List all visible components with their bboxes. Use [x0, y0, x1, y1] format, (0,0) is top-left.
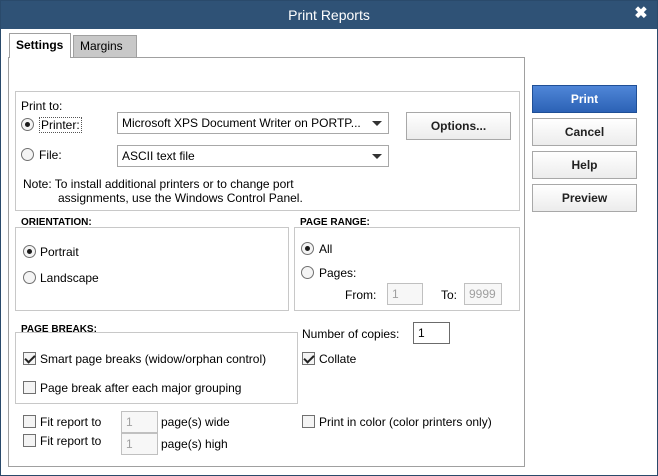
fit-wide-label: Fit report to [40, 415, 102, 429]
tab-margins[interactable]: Margins [73, 35, 137, 57]
from-page-input[interactable]: 1 [387, 283, 423, 305]
pages-radio[interactable] [301, 266, 314, 279]
options-button[interactable]: Options... [406, 112, 511, 140]
smart-page-breaks-checkbox[interactable] [23, 352, 36, 365]
pages-label: Pages: [319, 266, 357, 280]
to-label: To: [441, 288, 458, 302]
print-color-checkbox[interactable] [302, 415, 315, 428]
page-break-major-label: Page break after each major grouping [40, 381, 242, 395]
close-icon[interactable]: ✖ [633, 5, 649, 23]
printer-label: Printer: [39, 117, 82, 133]
tab-settings[interactable]: Settings [9, 33, 71, 58]
printer-radio[interactable] [21, 118, 34, 131]
all-pages-label: All [319, 242, 333, 256]
title-bar: Print Reports ✖ [1, 1, 657, 29]
fit-wide-checkbox[interactable] [23, 415, 36, 428]
file-radio[interactable] [21, 148, 34, 161]
copies-input[interactable]: 1 [413, 322, 450, 344]
fit-high-label: Fit report to [40, 434, 102, 448]
landscape-radio[interactable] [23, 271, 36, 284]
file-format-value: ASCII text file [122, 149, 195, 163]
collate-checkbox[interactable] [302, 352, 315, 365]
page-break-major-checkbox[interactable] [23, 381, 36, 394]
chevron-down-icon [372, 121, 382, 126]
file-format-select[interactable]: ASCII text file [117, 145, 389, 167]
orientation-group [15, 227, 289, 311]
printer-select[interactable]: Microsoft XPS Document Writer on PORTP..… [117, 112, 389, 134]
cancel-button[interactable]: Cancel [532, 118, 637, 146]
help-button[interactable]: Help [532, 151, 637, 179]
print-button[interactable]: Print [532, 85, 637, 113]
portrait-radio[interactable] [23, 245, 36, 258]
window-title: Print Reports [288, 7, 370, 23]
note-line-2: assignments, use the Windows Control Pan… [58, 191, 303, 205]
collate-label: Collate [319, 352, 357, 366]
fit-high-input[interactable]: 1 [121, 433, 158, 455]
from-label: From: [345, 288, 377, 302]
chevron-down-icon [372, 154, 382, 159]
fit-high-suffix: page(s) high [161, 437, 228, 451]
portrait-label: Portrait [40, 245, 79, 259]
preview-button[interactable]: Preview [532, 184, 637, 212]
tab-margins-label: Margins [80, 39, 123, 53]
printer-select-value: Microsoft XPS Document Writer on PORTP..… [122, 116, 361, 130]
smart-page-breaks-label: Smart page breaks (widow/orphan control) [40, 352, 267, 366]
print-to-heading: Print to: [21, 99, 63, 113]
to-page-input[interactable]: 9999 [464, 283, 502, 305]
print-reports-window: Print Reports ✖ Settings Margins Print t… [0, 0, 658, 476]
note-line-1: Note: To install additional printers or … [23, 177, 294, 191]
tab-settings-label: Settings [16, 38, 64, 52]
fit-wide-input[interactable]: 1 [121, 411, 158, 433]
copies-label: Number of copies: [302, 327, 400, 341]
file-label: File: [39, 148, 62, 162]
all-pages-radio[interactable] [301, 242, 314, 255]
fit-wide-suffix: page(s) wide [161, 415, 230, 429]
fit-high-checkbox[interactable] [23, 434, 36, 447]
print-color-label: Print in color (color printers only) [319, 415, 492, 429]
landscape-label: Landscape [40, 271, 99, 285]
